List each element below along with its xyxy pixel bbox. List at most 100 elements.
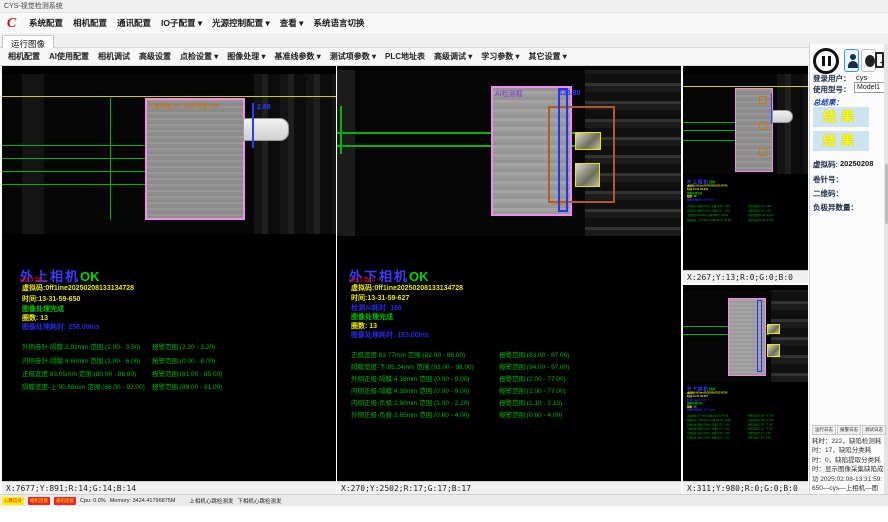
tool-camera-debug[interactable]: 相机调试 [98, 51, 130, 62]
user-mode-button[interactable] [844, 49, 859, 72]
ai-box-label: AI检测框 [495, 89, 523, 99]
left-camera-ok-status: OK [80, 269, 100, 284]
cpu-usage: Cpu: 0.0% [80, 498, 106, 504]
tool-image-process[interactable]: 图像处理 ▾ [227, 51, 265, 62]
left-camera-image[interactable]: 灰度阈值:93, 动态阈值:100 2.88 [2, 74, 336, 234]
baseline-yellow-line [683, 86, 808, 87]
measure-row: 外侧正极-隔膜:4.38mm 范围:(0.00 - 9.00)报警范围:(2.0… [351, 373, 671, 383]
mid-camera-panel: AI检测框 123.80 13.80 外下相机OK NG次数:0 虚拟码:0ff… [337, 66, 681, 494]
login-user-value: cys [856, 73, 867, 82]
measure-row: 外侧正极-负极:2.65mm 范围:(0.60 - 4.00)报警范围:(0.6… [351, 409, 671, 419]
log-tab-run[interactable]: 运行日志 [812, 425, 836, 435]
pause-button[interactable] [813, 48, 839, 74]
thumb-bottom-textblock: 外下相机OK 虚拟码:0ff1ine20250208133134728 时间:1… [687, 385, 806, 435]
right-sidebar: ➜ 登录用户： cys 使用型号： Model1 总结果： 结果 结果 虚拟码:… [809, 44, 888, 506]
menu-camera-config[interactable]: 相机配置 [73, 17, 107, 29]
tool-test-params[interactable]: 测试项参数 ▾ [330, 51, 376, 62]
mid-virtual-code: 虚拟码:0ff1ine20250208133134728 [351, 283, 463, 293]
menu-light-config[interactable]: 光源控制配置 ▾ [212, 17, 270, 29]
app-window: CYS-视觉检测系统 C 系统配置 相机配置 通讯配置 IO子配置 ▾ 光源控制… [0, 0, 888, 522]
tool-baseline-params[interactable]: 基准线参数 ▾ [275, 51, 321, 62]
bottom-statusbar: 心跳信号 相机连接 通讯连接 Cpu: 0.0% Memory: 3424.41… [0, 494, 888, 506]
left-camera-textblock: 外上相机OK NG次数:1 虚拟码:0ff1ine202502081331347… [2, 262, 336, 472]
anomaly-count-label: 负极异数量： [813, 202, 858, 213]
tab-connector [243, 118, 289, 141]
defect-box-1-mini [767, 324, 780, 334]
mid-camera-image[interactable]: AI检测框 123.80 13.80 [337, 70, 681, 236]
blue-roi-box [558, 88, 568, 212]
thumb-bottom-statusbar: X:311;Y:980;R:0;G:0;B:0 [683, 481, 808, 494]
heartbeat-badge: 心跳信号 [2, 497, 24, 505]
mid-camera-textblock: 外下相机OK NG次数:0 虚拟码:0ff1ine202502081331347… [337, 262, 681, 472]
mid-camera-ok-status: OK [409, 269, 429, 284]
tab-run-image[interactable]: 运行图像 [2, 35, 54, 48]
virtual-code-value: 20250208 [840, 159, 873, 168]
measure-row: 内侧正极-负极:1.90mm 范围:(1.00 - 2.20)报警范围:(1.1… [351, 397, 671, 407]
log-tab-alarm[interactable]: 报警日志 [837, 425, 861, 435]
tool-plc-table[interactable]: PLC地址表 [385, 51, 425, 62]
pause-icon [828, 56, 831, 66]
user-icon [848, 61, 858, 68]
menu-comm-config[interactable]: 通讯配置 [117, 17, 151, 29]
log-tab-debug[interactable]: 调试日志 [862, 425, 886, 435]
defect-box-2 [575, 163, 600, 187]
thumb-top-image[interactable] [683, 74, 808, 174]
blue-roi-box-mini [757, 300, 762, 372]
window-titlebar: CYS-视觉检测系统 [0, 0, 888, 13]
pause-icon [822, 56, 825, 66]
tab-strip: 运行图像 [0, 33, 888, 48]
user-icon [850, 54, 856, 60]
roi-marker-3 [759, 148, 767, 156]
model-label: 使用型号： [813, 84, 851, 95]
machine-plates [771, 290, 808, 382]
tool-point-check[interactable]: 点检设置 ▾ [180, 51, 218, 62]
app-logo-icon: C [4, 16, 19, 31]
measure-row: 正极宽度:83.77mm 范围:(82.00 - 88.00)报警范围:(83.… [351, 349, 671, 359]
measure-row: 隔膜宽度-下:95.24mm 范围:(93.00 - 98.00)报警范围:(9… [351, 361, 671, 371]
mid-process-elapsed: 图像处理耗时: 183.00ms [351, 330, 429, 340]
model-select[interactable]: Model1 [854, 82, 886, 93]
machine-column [22, 74, 44, 234]
left-virtual-code: 虚拟码:0ff1ine20250208133134728 [22, 283, 134, 293]
thumb-top-statusbar: X:267;Y:13;R:0;G:0;B:0 [683, 270, 808, 283]
bottom-measure-value: 13.80 [551, 201, 566, 207]
menu-system-config[interactable]: 系统配置 [29, 17, 63, 29]
baseline-yellow-line [2, 96, 336, 97]
tool-other-settings[interactable]: 其它设置 ▾ [529, 51, 567, 62]
green-vertical-line [110, 98, 111, 220]
measure-row: 内侧卷针-隔膜:4.60mm 范围:(3.00 - 6.00)报警范围:(0.0… [22, 355, 332, 365]
menu-language-switch[interactable]: 系统语言切换 [313, 17, 364, 29]
left-process-elapsed: 图像处理耗时: 258.00ms [22, 322, 100, 332]
mid-camera-statusbar: X:270;Y:2502;R:17;G:17;B:17 [337, 481, 681, 494]
comm-link-badge: 通讯连接 [54, 497, 76, 505]
thumb-top-textblock: 外上相机OK 虚拟码:0ff1ine20250208133134728 时间:1… [687, 178, 806, 228]
blue-measure-line-mini [771, 94, 772, 124]
menu-view[interactable]: 查看 ▾ [280, 17, 304, 29]
tool-learn-params[interactable]: 学习参数 ▾ [481, 51, 519, 62]
tool-ai-config[interactable]: AI使用配置 [49, 51, 89, 62]
measure-row: 正极宽度:83.05mm 范围:(80.00 - 86.00)报警范围:(81.… [22, 368, 332, 378]
left-camera-statusbar: X:7677;Y:891;R:14;G:14;B:14 [2, 481, 336, 494]
thumb-bottom-panel[interactable]: 外下相机OK 虚拟码:0ff1ine20250208133134728 时间:1… [683, 285, 808, 494]
tool-advanced-settings[interactable]: 高级设置 [139, 51, 171, 62]
scrollbar-thumb[interactable] [885, 164, 888, 224]
pin-number-label: 卷针号： [813, 174, 843, 185]
lower-camera-heartbeat-note: 下相机心跳检测发 [237, 497, 281, 505]
thumb-bottom-image[interactable] [683, 290, 808, 382]
login-user-label: 登录用户： [813, 73, 851, 84]
blue-measure-line [252, 103, 254, 148]
camera-link-badge: 相机连接 [28, 497, 50, 505]
result-badge-lower: 结果 [813, 131, 869, 151]
blue-roi-value: 123.80 [559, 90, 580, 97]
left-time: 时间:13-31-59-650 [22, 294, 80, 304]
tool-advanced-debug[interactable]: 高级调试 ▾ [434, 51, 472, 62]
upper-camera-heartbeat-note: 上相机心跳检测发 [189, 497, 233, 505]
mid-time: 时间:13-31-59-627 [351, 293, 409, 303]
machine-background [777, 74, 808, 174]
result-badge-upper: 结果 [813, 107, 869, 127]
tool-camera-config[interactable]: 相机配置 [8, 51, 40, 62]
thumb-top-panel[interactable]: 外上相机OK 虚拟码:0ff1ine20250208133134728 时间:1… [683, 66, 808, 283]
blue-measure-value: 2.88 [257, 104, 271, 111]
sidebar-scrollbar[interactable] [884, 44, 888, 506]
menu-io-config[interactable]: IO子配置 ▾ [161, 17, 202, 29]
